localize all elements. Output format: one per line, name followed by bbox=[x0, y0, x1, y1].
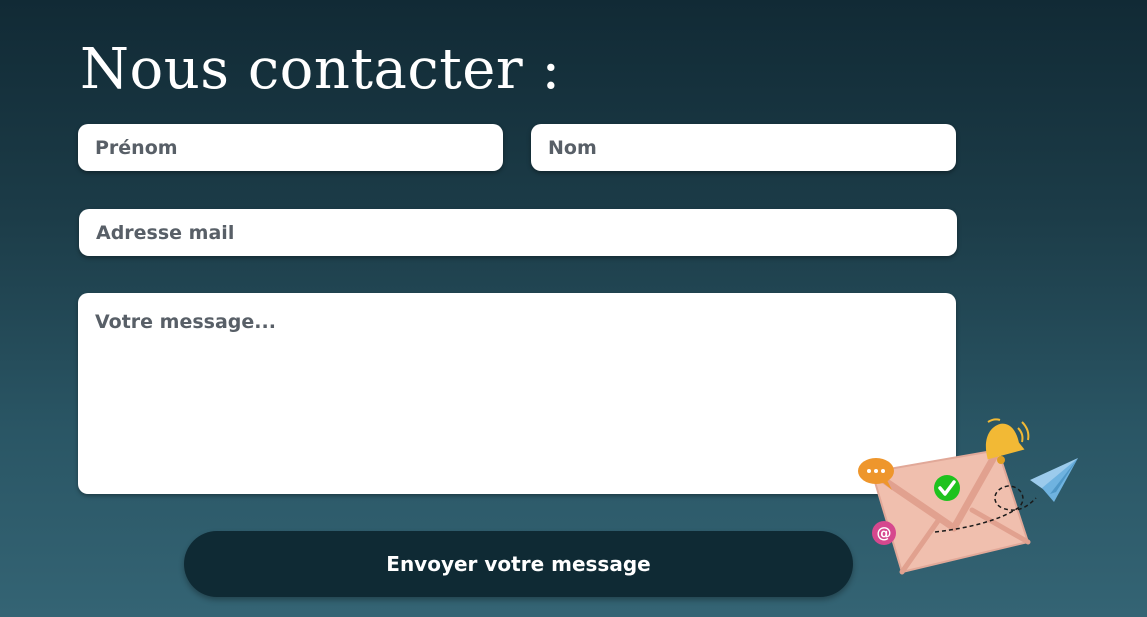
first-name-input[interactable] bbox=[78, 124, 503, 171]
paper-plane-icon bbox=[1030, 458, 1078, 502]
page-title: Nous contacter : bbox=[80, 37, 561, 102]
mail-illustration: @ bbox=[858, 418, 1078, 575]
checkmark-icon bbox=[934, 475, 960, 501]
svg-text:@: @ bbox=[877, 524, 892, 542]
email-input[interactable] bbox=[79, 209, 957, 256]
last-name-input[interactable] bbox=[531, 124, 956, 171]
at-sign-icon: @ bbox=[872, 521, 896, 545]
bell-icon bbox=[985, 418, 1030, 464]
send-message-button[interactable]: Envoyer votre message bbox=[184, 531, 853, 597]
message-textarea[interactable] bbox=[78, 293, 956, 494]
envelope-icon bbox=[870, 448, 1031, 575]
